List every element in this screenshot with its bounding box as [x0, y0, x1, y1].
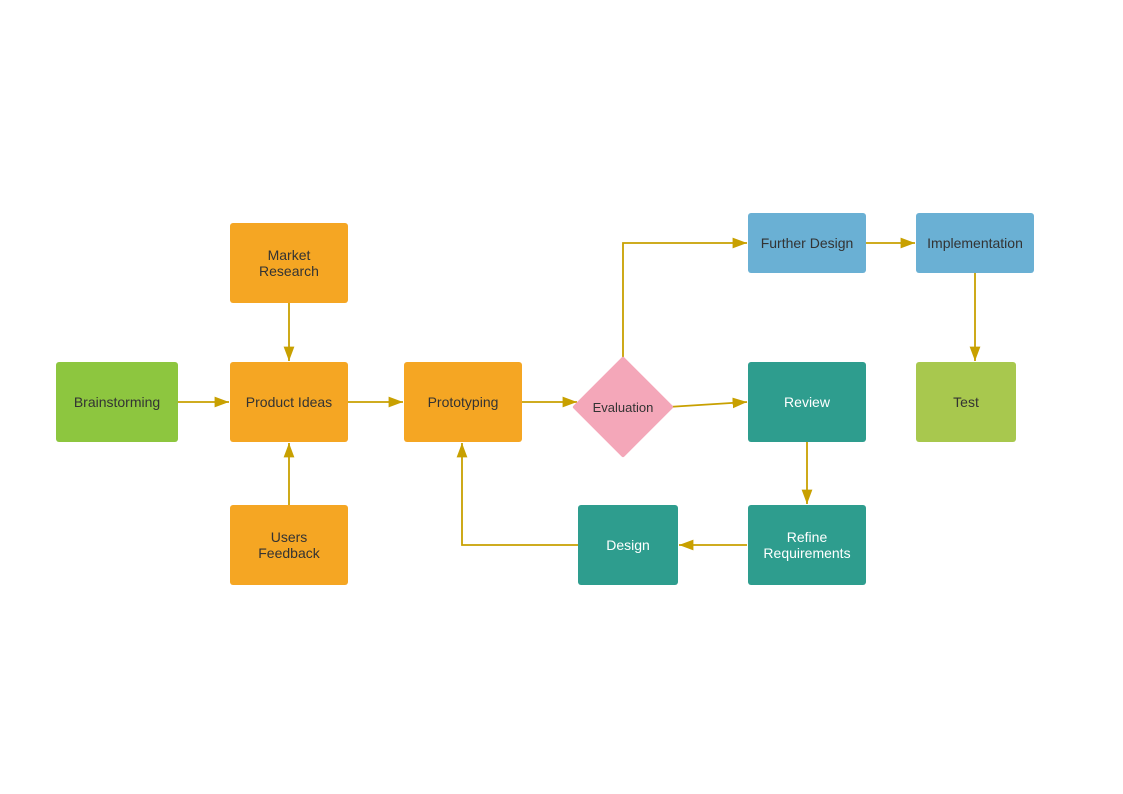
- brainstorming-node[interactable]: Brainstorming: [56, 362, 178, 442]
- diagram-container: Brainstorming MarketResearch Product Ide…: [0, 0, 1123, 794]
- market-research-node[interactable]: MarketResearch: [230, 223, 348, 303]
- further-design-node[interactable]: Further Design: [748, 213, 866, 273]
- test-node[interactable]: Test: [916, 362, 1016, 442]
- users-feedback-node[interactable]: UsersFeedback: [230, 505, 348, 585]
- prototyping-node[interactable]: Prototyping: [404, 362, 522, 442]
- design-node[interactable]: Design: [578, 505, 678, 585]
- implementation-node[interactable]: Implementation: [916, 213, 1034, 273]
- refine-requirements-node[interactable]: RefineRequirements: [748, 505, 866, 585]
- product-ideas-node[interactable]: Product Ideas: [230, 362, 348, 442]
- evaluation-node[interactable]: Evaluation: [578, 362, 668, 452]
- review-node[interactable]: Review: [748, 362, 866, 442]
